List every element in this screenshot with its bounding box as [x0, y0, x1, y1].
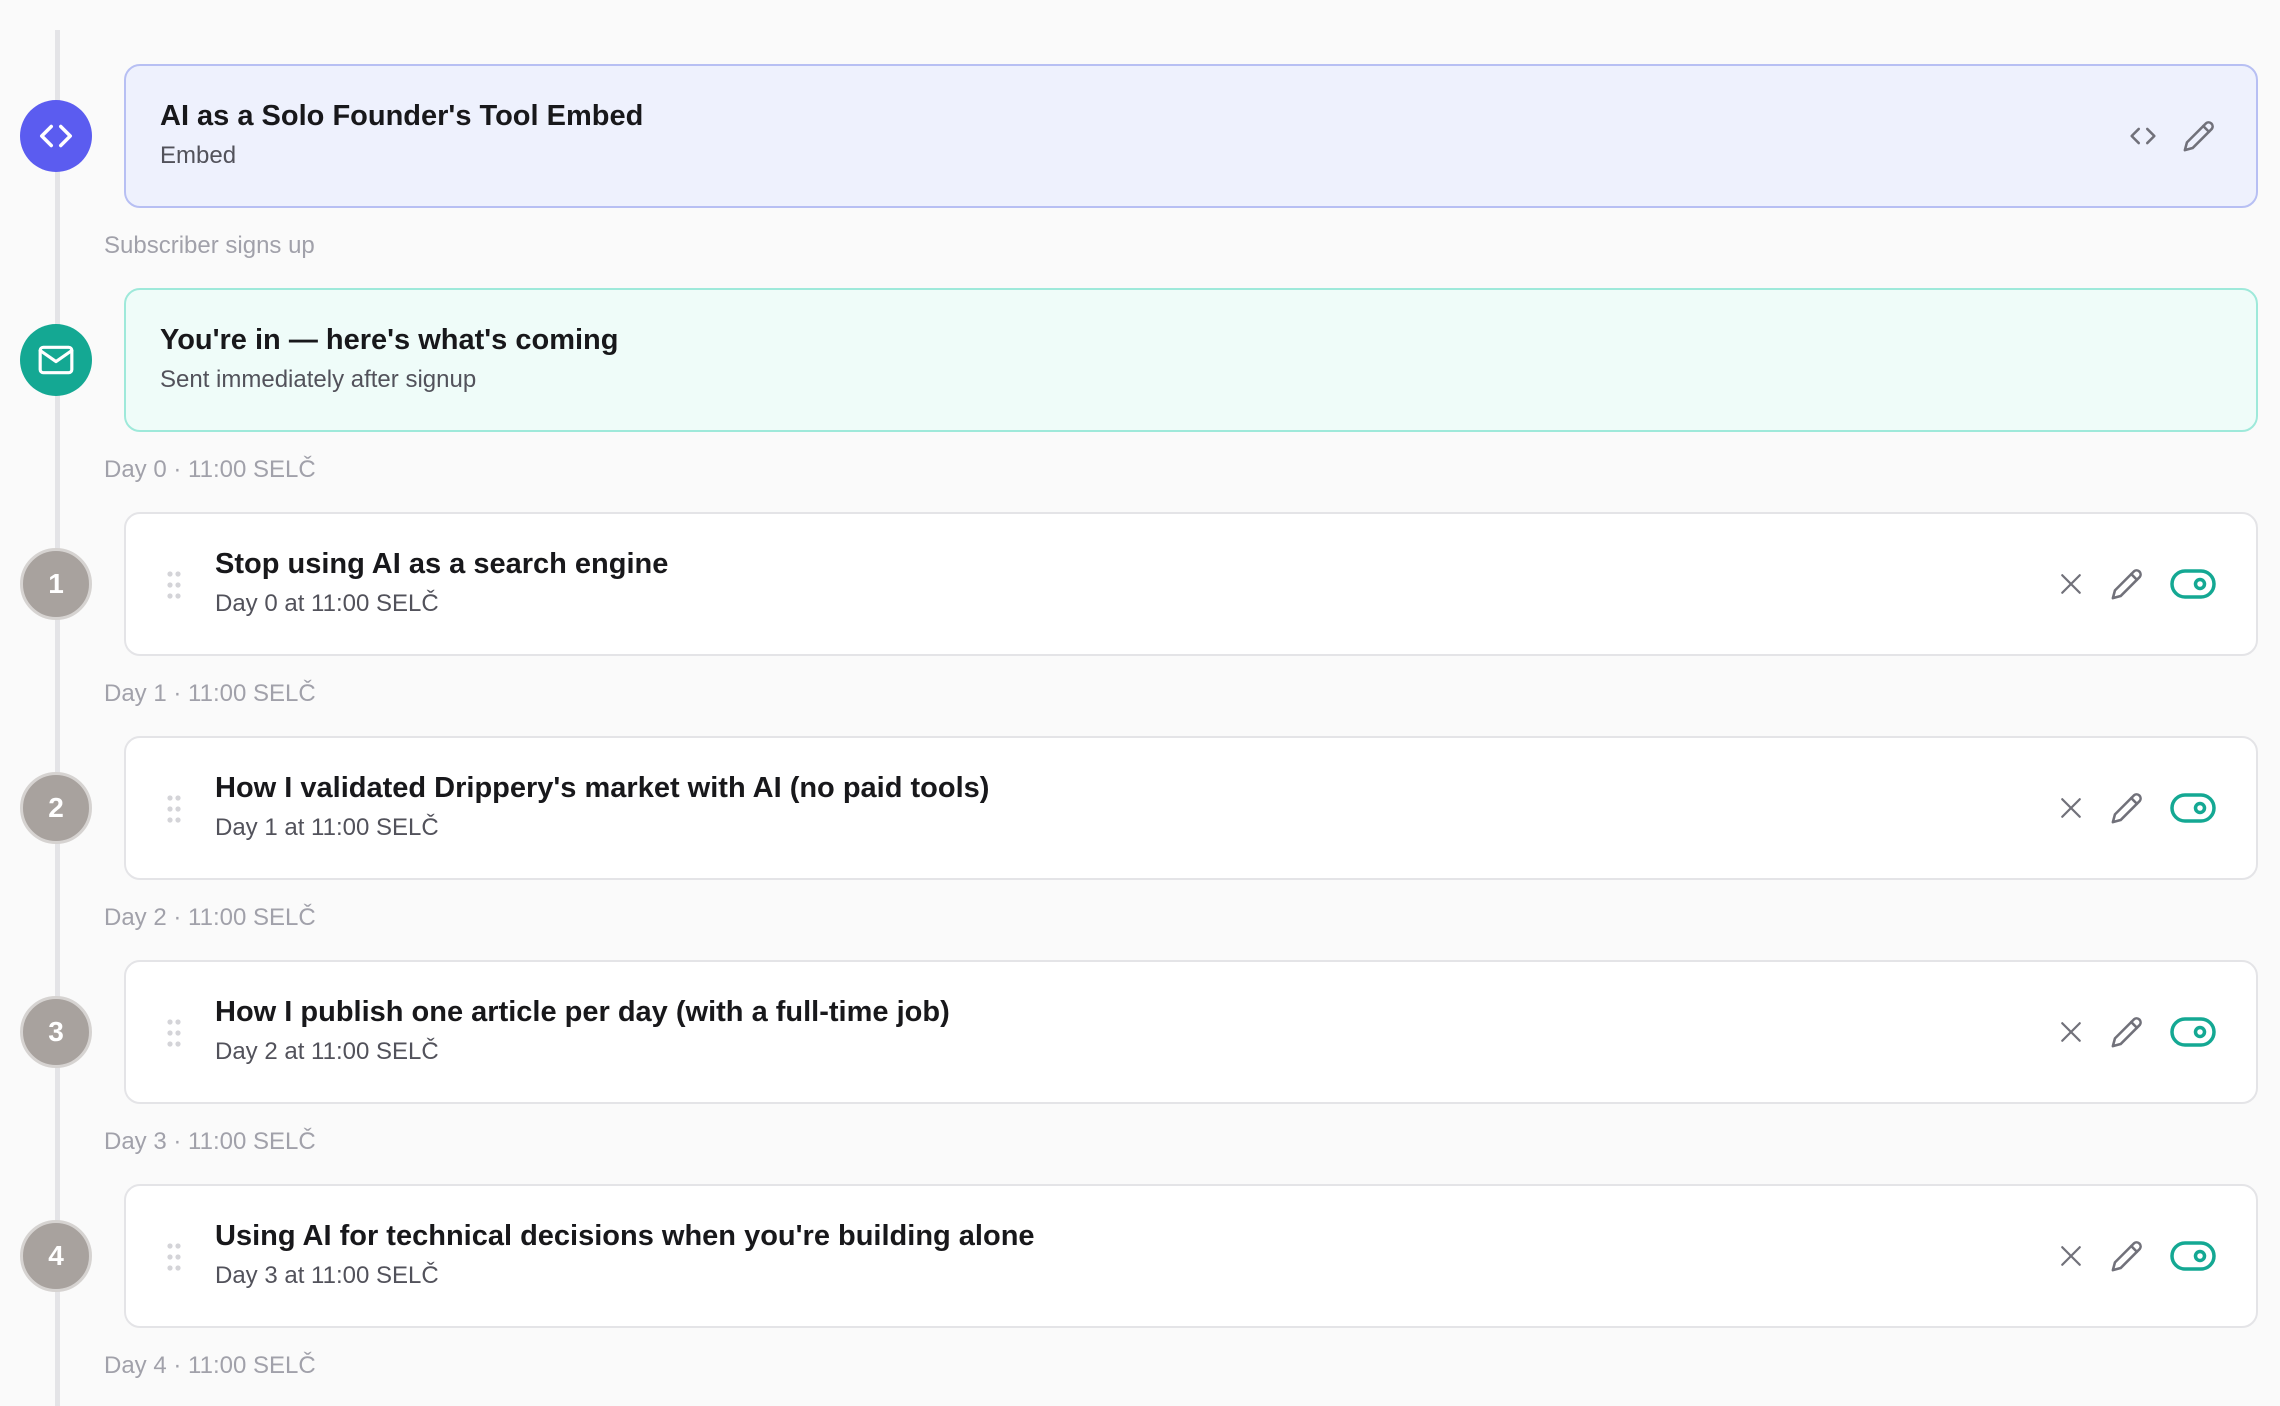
embed-edit-button[interactable]	[2182, 119, 2216, 153]
step-schedule: Day 2 at 11:00 SELČ	[215, 1038, 439, 1065]
step-actions	[2056, 514, 2216, 654]
day-label: Day 3 · 11:00 SELČ	[104, 1128, 316, 1155]
remove-step-button[interactable]	[2056, 1241, 2086, 1271]
step-number-node: 1	[20, 548, 92, 620]
embed-actions	[2104, 66, 2216, 206]
close-icon	[2061, 1022, 2081, 1042]
embed-subtitle: Embed	[160, 142, 237, 169]
step-schedule: Day 0 at 11:00 SELČ	[215, 590, 439, 617]
step-number-node: 4	[20, 1220, 92, 1292]
email-step-card[interactable]: How I publish one article per day (with …	[124, 960, 2258, 1104]
edit-step-button[interactable]	[2110, 567, 2144, 601]
step-schedule: Day 3 at 11:00 SELČ	[215, 1262, 439, 1289]
embed-node	[20, 100, 92, 172]
step-title: Using AI for technical decisions when yo…	[215, 1220, 1035, 1252]
step-title: How I validated Drippery's market with A…	[215, 772, 990, 804]
step-actions	[2056, 1186, 2216, 1326]
email-step-card[interactable]: Stop using AI as a search engine Day 0 a…	[124, 512, 2258, 656]
code-icon	[2130, 127, 2156, 145]
pencil-icon	[2111, 569, 2142, 600]
step-toggle[interactable]	[2170, 1240, 2216, 1272]
step-toggle[interactable]	[2170, 792, 2216, 824]
step-number-node: 3	[20, 996, 92, 1068]
welcome-title: You're in — here's what's coming	[160, 324, 619, 356]
close-icon	[2061, 1246, 2081, 1266]
close-icon	[2061, 798, 2081, 818]
day-label: Day 4 · 11:00 SELČ	[104, 1352, 316, 1379]
embed-card[interactable]: AI as a Solo Founder's Tool Embed Embed	[124, 64, 2258, 208]
embed-title: AI as a Solo Founder's Tool Embed	[160, 100, 644, 132]
welcome-card[interactable]: You're in — here's what's coming Sent im…	[124, 288, 2258, 432]
pencil-icon	[2183, 121, 2214, 152]
email-step-card[interactable]: Using AI for technical decisions when yo…	[124, 1184, 2258, 1328]
step-actions	[2056, 962, 2216, 1102]
drag-handle-icon[interactable]	[166, 794, 182, 824]
remove-step-button[interactable]	[2056, 1017, 2086, 1047]
toggle-on-icon	[2170, 569, 2216, 599]
toggle-on-icon	[2170, 1241, 2216, 1271]
toggle-on-icon	[2170, 793, 2216, 823]
embed-code-button[interactable]	[2126, 119, 2160, 153]
pencil-icon	[2111, 1241, 2142, 1272]
drag-handle-icon[interactable]	[166, 1018, 182, 1048]
edit-step-button[interactable]	[2110, 791, 2144, 825]
close-icon	[2061, 574, 2081, 594]
step-toggle[interactable]	[2170, 568, 2216, 600]
welcome-subtitle: Sent immediately after signup	[160, 366, 477, 393]
remove-step-button[interactable]	[2056, 793, 2086, 823]
edit-step-button[interactable]	[2110, 1015, 2144, 1049]
mail-icon	[38, 345, 74, 375]
drag-handle-icon[interactable]	[166, 1242, 182, 1272]
edit-step-button[interactable]	[2110, 1239, 2144, 1273]
step-title: Stop using AI as a search engine	[215, 548, 669, 580]
remove-step-button[interactable]	[2056, 569, 2086, 599]
step-schedule: Day 1 at 11:00 SELČ	[215, 814, 439, 841]
trigger-label: Subscriber signs up	[104, 232, 315, 259]
timeline-line	[55, 30, 60, 1406]
day-label: Day 2 · 11:00 SELČ	[104, 904, 316, 931]
toggle-on-icon	[2170, 1017, 2216, 1047]
pencil-icon	[2111, 793, 2142, 824]
day-label: Day 1 · 11:00 SELČ	[104, 680, 316, 707]
welcome-node	[20, 324, 92, 396]
code-icon	[40, 124, 72, 148]
pencil-icon	[2111, 1017, 2142, 1048]
step-actions	[2056, 738, 2216, 878]
drag-handle-icon[interactable]	[166, 570, 182, 600]
step-title: How I publish one article per day (with …	[215, 996, 950, 1028]
step-toggle[interactable]	[2170, 1016, 2216, 1048]
day-label: Day 0 · 11:00 SELČ	[104, 456, 316, 483]
email-step-card[interactable]: How I validated Drippery's market with A…	[124, 736, 2258, 880]
step-number-node: 2	[20, 772, 92, 844]
